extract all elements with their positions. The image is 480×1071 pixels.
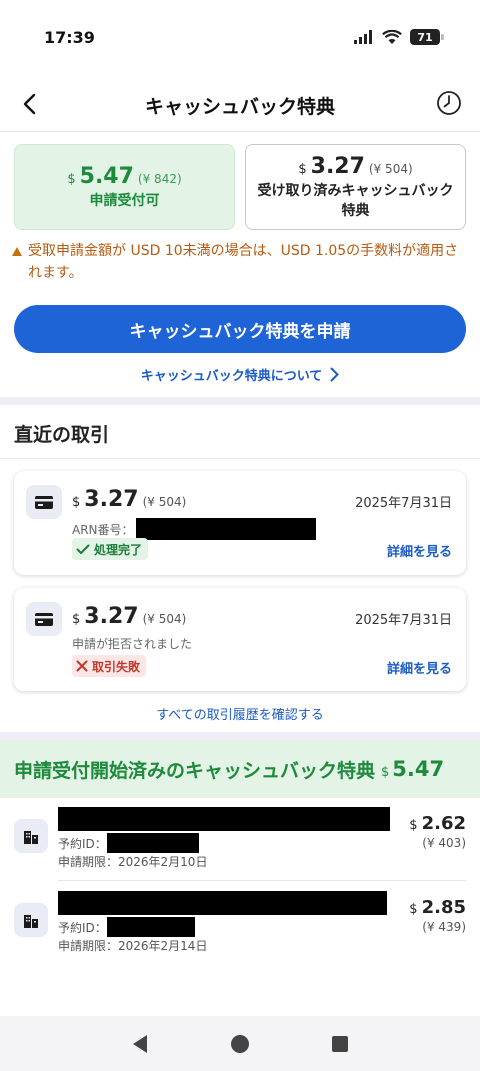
received-amount-jpy: (¥ 504) <box>368 161 413 176</box>
nav-home-icon[interactable] <box>230 1034 250 1054</box>
status-badge: 処理完了 <box>72 538 149 560</box>
redacted-hotel-name <box>58 891 387 915</box>
redacted-block <box>106 917 195 937</box>
open-cashback-title: 申請受付開始済みのキャッシュバック特典 <box>14 759 376 782</box>
claim-deadline: 申請期限：2026年2月14日 <box>58 939 208 953</box>
currency-symbol: $ <box>298 161 307 177</box>
available-amount: 5.47 <box>79 163 134 189</box>
booking-id-label: 予約ID： <box>58 920 107 935</box>
history-clock-icon[interactable] <box>436 90 462 116</box>
check-icon <box>76 544 90 554</box>
nav-recents-icon[interactable] <box>331 1035 349 1053</box>
booking-id: 予約ID： <box>58 833 199 853</box>
redacted-hotel-name <box>58 807 390 831</box>
hotel-icon <box>14 819 48 853</box>
status-badge: 取引失敗 <box>72 655 147 677</box>
about-cashback-link[interactable]: キャッシュバック特典について <box>0 365 480 384</box>
redacted-block <box>135 518 316 540</box>
section-line <box>0 458 480 459</box>
available-amount-jpy: (¥ 842) <box>137 171 182 186</box>
transaction-card[interactable]: $ 3.27 (¥ 504) 2025年7月31日 申請が拒否されました 取引失… <box>14 588 466 691</box>
transaction-card[interactable]: $ 3.27 (¥ 504) 2025年7月31日 ARN番号： 処理完了 詳細… <box>14 471 466 575</box>
booking-amount-value: 2.62 <box>421 813 466 834</box>
section-divider <box>0 732 480 740</box>
status-text: 取引失敗 <box>92 659 141 674</box>
rejection-note: 申請が拒否されました <box>72 637 193 651</box>
status-text: 処理完了 <box>94 542 143 557</box>
transaction-amount-jpy: (¥ 504) <box>142 495 187 509</box>
booking-amount-jpy: (¥ 403) <box>422 836 466 850</box>
card-icon <box>26 485 62 519</box>
currency-symbol: $ <box>67 171 76 187</box>
card-icon <box>26 602 62 636</box>
currency-symbol: $ <box>72 495 81 510</box>
system-nav-bar <box>0 1016 480 1071</box>
available-cashback-box: $ 5.47 (¥ 842) 申請受付可 <box>14 144 235 230</box>
booking-amount: $ 2.62 (¥ 403) <box>409 813 466 850</box>
transaction-date: 2025年7月31日 <box>355 613 452 628</box>
section-divider <box>0 397 480 405</box>
arn-label: ARN番号： <box>72 522 134 537</box>
apply-cashback-button[interactable]: キャッシュバック特典を申請 <box>14 305 466 353</box>
transaction-date: 2025年7月31日 <box>355 496 452 511</box>
booking-amount: $ 2.85 (¥ 439) <box>409 897 466 934</box>
received-amount: 3.27 <box>310 153 365 179</box>
open-cashback-header: 申請受付開始済みのキャッシュバック特典 $ 5.47 <box>0 740 480 798</box>
warning-icon <box>12 247 22 256</box>
booking-id: 予約ID： <box>58 917 195 937</box>
status-icons: 71 <box>354 29 444 45</box>
currency-symbol: $ <box>409 818 418 833</box>
page-title: キャッシュバック特典 <box>144 96 335 118</box>
currency-symbol: $ <box>409 902 418 917</box>
cross-icon <box>76 660 88 672</box>
app-header: キャッシュバック特典 <box>0 76 480 132</box>
booking-id-label: 予約ID： <box>58 836 107 851</box>
battery-icon: 71 <box>410 29 444 45</box>
booking-amount-jpy: (¥ 439) <box>422 920 466 934</box>
view-details-link[interactable]: 詳細を見る <box>387 541 452 560</box>
chevron-right-icon <box>330 367 340 382</box>
transaction-amount: 3.27 <box>84 487 139 512</box>
booking-amount-value: 2.85 <box>421 897 466 918</box>
redacted-block <box>106 833 199 853</box>
currency-symbol: $ <box>381 765 390 780</box>
transaction-amount-jpy: (¥ 504) <box>142 612 187 626</box>
fee-warning-text: 受取申請金額が USD 10未満の場合は、USD 1.05の手数料が適用されます… <box>28 243 459 281</box>
booking-item[interactable]: 予約ID： 申請期限：2026年2月14日 $ 2.85 (¥ 439) <box>14 891 466 973</box>
recent-transactions-title: 直近の取引 <box>14 424 110 446</box>
about-cashback-label: キャッシュバック特典について <box>140 369 323 384</box>
received-cashback-box: $ 3.27 (¥ 504) 受け取り済みキャッシュバック特典 <box>245 144 466 230</box>
nav-back-icon[interactable] <box>131 1034 149 1054</box>
transaction-amount: 3.27 <box>84 604 139 629</box>
open-cashback-total: 5.47 <box>392 757 445 781</box>
all-history-link[interactable]: すべての取引履歴を確認する <box>0 704 480 723</box>
status-bar: 17:39 71 <box>0 0 480 76</box>
cashback-summary: $ 5.47 (¥ 842) 申請受付可 $ 3.27 (¥ 504) 受け取り… <box>14 144 466 230</box>
hotel-icon <box>14 903 48 937</box>
fee-warning: 受取申請金額が USD 10未満の場合は、USD 1.05の手数料が適用されます… <box>12 240 470 284</box>
status-time: 17:39 <box>44 28 95 47</box>
claim-deadline: 申請期限：2026年2月10日 <box>58 855 208 869</box>
wifi-icon <box>382 29 402 44</box>
currency-symbol: $ <box>72 612 81 627</box>
view-details-link[interactable]: 詳細を見る <box>387 658 452 677</box>
signal-icon <box>354 30 372 44</box>
booking-item[interactable]: 予約ID： 申請期限：2026年2月10日 $ 2.62 (¥ 403) <box>14 807 466 889</box>
received-label: 受け取り済みキャッシュバック特典 <box>257 182 454 219</box>
available-label: 申請受付可 <box>89 192 160 209</box>
arn-number: ARN番号： <box>72 518 316 540</box>
list-divider <box>58 880 466 881</box>
